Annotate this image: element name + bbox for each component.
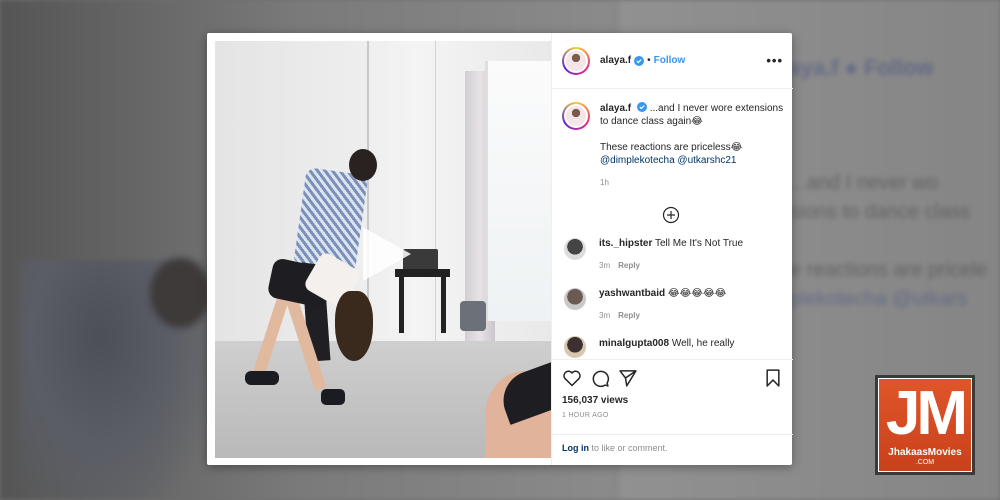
mention-link[interactable]: @utkarshc21 [677, 155, 736, 166]
comment-item: its._hipster Tell Me It's Not True 3m Rep… [562, 238, 787, 270]
comment-text: Tell Me It's Not True [654, 238, 744, 249]
comment-item: minalgupta008 Well, he really [562, 336, 787, 358]
share-icon[interactable] [618, 368, 638, 388]
comment-username[interactable]: its._hipster [599, 238, 652, 249]
caption-time: 1h [600, 178, 609, 187]
post-video[interactable] [215, 41, 551, 458]
comment-icon[interactable] [590, 368, 610, 388]
background-caption-line: ...and I never wo [790, 172, 938, 194]
reply-button[interactable]: Reply [618, 261, 640, 270]
more-icon[interactable]: ••• [766, 53, 783, 68]
avatar[interactable] [564, 336, 586, 358]
verified-icon [636, 102, 647, 112]
reply-button[interactable]: Reply [618, 311, 640, 320]
logo-brand: JhakaasMovies [888, 447, 962, 458]
background-header: alaya.f ● Follow [770, 55, 934, 80]
separator: • [647, 55, 651, 66]
stool [460, 301, 486, 331]
logo-domain: .COM [915, 459, 935, 466]
post-timestamp: 1 HOUR AGO [562, 412, 609, 419]
load-more-icon[interactable] [662, 206, 680, 224]
comments-area[interactable]: alaya.f ...and I never wore extensions t… [552, 90, 793, 360]
comment-item: yashwantbaid 😂😂😂😂😂 3m Reply [562, 288, 787, 320]
avatar[interactable] [562, 102, 590, 130]
heart-icon[interactable] [562, 368, 582, 388]
login-link[interactable]: Log in [562, 443, 589, 453]
site-logo: JM JhakaasMovies .COM [875, 375, 975, 475]
comment-time: 3m [599, 311, 611, 320]
follow-button[interactable]: Follow [654, 55, 686, 66]
comment-text: Well, he really [671, 338, 735, 349]
background-caption-line: sions to dance class [790, 201, 971, 223]
comment-time: 3m [599, 261, 611, 270]
login-text: to like or comment. [589, 443, 668, 453]
background-caption-line: e reactions are pricele [790, 259, 987, 281]
header-username[interactable]: alaya.f [600, 55, 631, 66]
comment-text: 😂😂😂😂😂 [667, 288, 727, 299]
window [485, 61, 551, 321]
background-caption-line: plekotecha @utkars [790, 288, 968, 310]
instagram-post-card: alaya.f • Follow ••• alaya.f ...and I ne… [207, 33, 793, 465]
view-count: 156,037 views [562, 395, 629, 406]
post-caption: alaya.f ...and I never wore extensions t… [562, 102, 787, 189]
comment-username[interactable]: yashwantbaid [599, 288, 665, 299]
verified-icon [634, 55, 645, 66]
bookmark-icon[interactable] [763, 368, 783, 388]
post-header: alaya.f • Follow ••• [552, 33, 793, 89]
avatar[interactable] [562, 46, 590, 75]
avatar[interactable] [564, 288, 586, 310]
shoe [245, 371, 279, 385]
caption-text: alaya.f ...and I never wore extensions t… [600, 102, 785, 189]
caption-username[interactable]: alaya.f [600, 103, 631, 114]
post-actions: 156,037 views 1 HOUR AGO [552, 359, 793, 419]
shoe [321, 389, 345, 405]
post-side-panel: alaya.f • Follow ••• alaya.f ...and I ne… [551, 33, 793, 465]
caption-line: These reactions are priceless😂 [600, 142, 743, 153]
avatar[interactable] [564, 238, 586, 260]
play-icon[interactable] [357, 223, 415, 285]
mention-link[interactable]: @dimplekotecha [600, 155, 675, 166]
action-icons [562, 368, 783, 392]
logo-letters: JM [885, 379, 968, 448]
background-head [150, 258, 210, 328]
comment-username[interactable]: minalgupta008 [599, 338, 669, 349]
man-head [349, 149, 377, 181]
login-prompt: Log in to like or comment. [552, 434, 793, 465]
woman-hair [335, 291, 373, 361]
